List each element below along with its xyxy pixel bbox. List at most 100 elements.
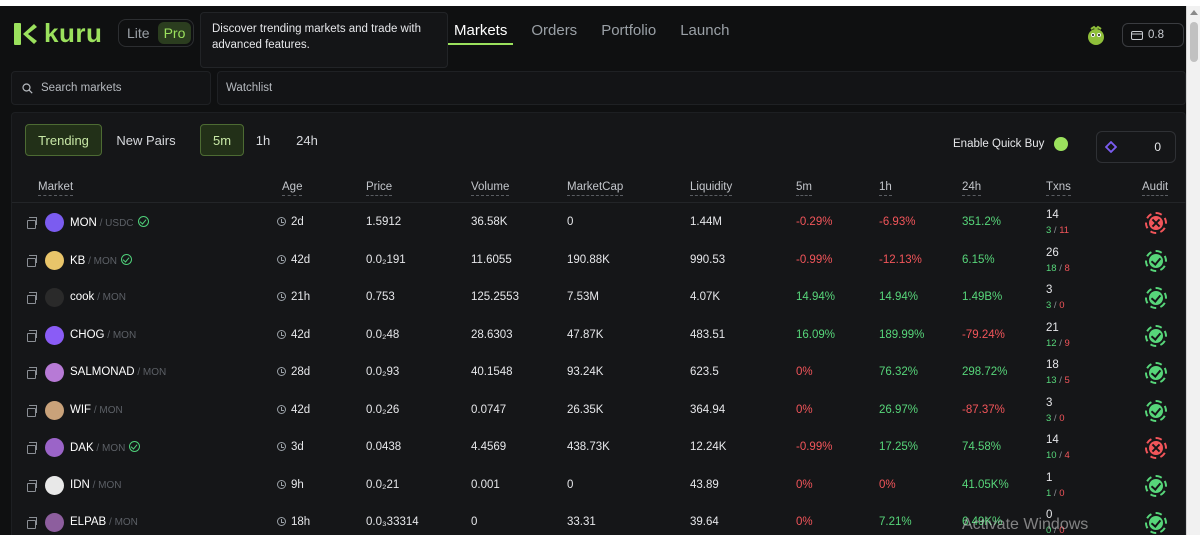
- txns-sells: 0: [1059, 300, 1065, 311]
- marketcap-cell: 93.24K: [567, 366, 604, 378]
- marketcap-cell: 190.88K: [567, 253, 610, 266]
- market-name[interactable]: cook / MON: [70, 291, 126, 303]
- age-value: 21h: [291, 291, 311, 303]
- market-name[interactable]: ELPAB / MON: [70, 516, 138, 528]
- change-5m-cell: -0.99%: [796, 441, 833, 453]
- age-cell: 42d: [277, 254, 310, 266]
- table-row[interactable]: IDN / MON 9h 0.0₂21 0.001 0 43.89 0% 0% 41.05K% 1…: [12, 468, 1187, 506]
- market-name[interactable]: DAK / MON: [70, 441, 141, 454]
- col-24h[interactable]: 24h: [962, 181, 982, 196]
- table-row[interactable]: SALMONAD / MON 28d 0.0₂93 40.1548 93.24K 623.…: [12, 355, 1187, 393]
- page-scrollbar[interactable]: [1186, 6, 1200, 535]
- monad-token-icon: [1105, 141, 1117, 153]
- tab-new-pairs[interactable]: New Pairs: [110, 124, 182, 156]
- search-icon: [22, 82, 33, 94]
- col-price[interactable]: Price: [366, 181, 393, 196]
- nav-launch[interactable]: Launch: [680, 22, 729, 45]
- audit-fail-icon[interactable]: [1145, 437, 1167, 459]
- nav-orders[interactable]: Orders: [531, 22, 577, 45]
- lite-pro-toggle[interactable]: Lite Pro: [118, 19, 194, 47]
- price-cell: 0.0₂93: [366, 366, 400, 378]
- col-5m[interactable]: 5m: [796, 181, 812, 196]
- marketcap-cell: 26.35K: [567, 403, 604, 416]
- txns-sells: 9: [1064, 337, 1070, 349]
- copy-icon[interactable]: [27, 367, 37, 379]
- price-cell: 0.0₂26: [366, 403, 400, 416]
- nav-markets[interactable]: Markets: [447, 22, 514, 45]
- mode-lite-option[interactable]: Lite: [121, 22, 156, 44]
- token-symbol: CHOG: [70, 328, 105, 341]
- market-name[interactable]: SALMONAD / MON: [70, 366, 166, 378]
- table-row[interactable]: cook / MON 21h 0.753 125.2553 7.53M 4.07K 14.9…: [12, 280, 1187, 318]
- scroll-up-arrow-icon[interactable]: [1190, 10, 1198, 15]
- token-icon: [45, 400, 64, 420]
- scrollbar-thumb[interactable]: [1190, 22, 1198, 62]
- audit-pass-icon[interactable]: [1145, 249, 1167, 272]
- market-name[interactable]: MON / USDC: [70, 216, 149, 229]
- copy-icon[interactable]: [27, 479, 37, 492]
- market-name[interactable]: KB / MON: [70, 253, 133, 267]
- market-name[interactable]: WIF / MON: [70, 404, 123, 416]
- audit-pass-icon[interactable]: [1145, 324, 1167, 347]
- watchlist-bar[interactable]: Watchlist: [217, 71, 1186, 105]
- timeframe-1h[interactable]: 1h: [250, 124, 276, 156]
- audit-pass-icon[interactable]: [1145, 399, 1167, 422]
- token-icon: [45, 325, 64, 345]
- col-txns[interactable]: Txns: [1046, 181, 1071, 196]
- txns-separator: /: [1056, 262, 1065, 274]
- liquidity-cell: 4.07K: [690, 291, 721, 303]
- timeframe-5m[interactable]: 5m: [200, 124, 244, 156]
- liquidity-cell: 43.89: [690, 478, 719, 491]
- audit-fail-icon[interactable]: [1145, 212, 1167, 234]
- liquidity-cell: 990.53: [690, 253, 726, 266]
- quick-buy-amount-input[interactable]: 0: [1096, 131, 1176, 163]
- token-icon: [45, 363, 64, 382]
- volume-cell: 28.6303: [471, 328, 513, 341]
- copy-icon[interactable]: [27, 292, 37, 304]
- copy-icon[interactable]: [27, 404, 37, 417]
- market-name[interactable]: CHOG / MON: [70, 329, 136, 341]
- change-1h-cell: 14.94%: [879, 291, 919, 303]
- table-row[interactable]: DAK / MON 3d 0.0438 4.4569 438.73K 12.24K -0.9…: [12, 430, 1187, 468]
- nav-portfolio[interactable]: Portfolio: [601, 22, 656, 45]
- audit-pass-icon[interactable]: [1145, 474, 1167, 497]
- wallet-button[interactable]: 0.8: [1122, 23, 1184, 47]
- table-row[interactable]: KB / MON 42d 0.0₂191 11.6055 190.88K 990.53 -0…: [12, 243, 1187, 281]
- quick-buy-switch[interactable]: [1054, 137, 1069, 151]
- timeframe-24h[interactable]: 24h: [290, 124, 324, 156]
- audit-pass-icon[interactable]: [1145, 512, 1167, 534]
- table-row[interactable]: CHOG / MON 42d 0.0₂48 28.6303 47.87K 483.51 16…: [12, 318, 1187, 356]
- marketcap-cell: 7.53M: [567, 291, 599, 303]
- tab-trending[interactable]: Trending: [25, 124, 102, 156]
- audit-pass-icon[interactable]: [1145, 287, 1167, 309]
- table-row[interactable]: WIF / MON 42d 0.0₂26 0.0747 26.35K 364.94 0% 26…: [12, 393, 1187, 431]
- profile-avatar-icon[interactable]: [1085, 24, 1107, 46]
- token-icon: [45, 513, 64, 532]
- search-input[interactable]: Search markets: [11, 71, 211, 105]
- txns-sells: 0: [1059, 487, 1065, 499]
- copy-icon[interactable]: [27, 517, 37, 529]
- audit-pass-icon[interactable]: [1145, 362, 1167, 384]
- market-name[interactable]: IDN / MON: [70, 479, 121, 491]
- price-cell: 0.753: [366, 291, 395, 303]
- col-marketcap[interactable]: MarketCap: [567, 181, 624, 196]
- copy-icon[interactable]: [27, 442, 37, 454]
- quote-symbol: / MON: [106, 517, 138, 528]
- copy-icon[interactable]: [27, 329, 37, 342]
- col-liquidity[interactable]: Liquidity: [690, 181, 733, 196]
- copy-icon[interactable]: [27, 217, 37, 229]
- col-1h[interactable]: 1h: [879, 181, 892, 196]
- col-audit[interactable]: Audit: [1142, 181, 1169, 196]
- table-row[interactable]: MON / USDC 2d 1.5912 36.58K 0 1.44M -0.29% -6.9…: [12, 205, 1187, 243]
- quick-buy-amount: 0: [1154, 140, 1161, 154]
- txns-total: 21: [1046, 321, 1059, 334]
- quick-buy-toggle[interactable]: Enable Quick Buy: [953, 137, 1069, 151]
- mode-pro-option[interactable]: Pro: [157, 22, 192, 44]
- copy-icon[interactable]: [27, 254, 37, 267]
- txns-breakdown: 1 / 0: [1046, 488, 1065, 499]
- kuru-logo[interactable]: kuru: [12, 18, 102, 49]
- marketcap-cell: 47.87K: [567, 328, 604, 341]
- col-age[interactable]: Age: [282, 181, 303, 196]
- col-market[interactable]: Market: [38, 181, 74, 196]
- col-volume[interactable]: Volume: [471, 181, 510, 196]
